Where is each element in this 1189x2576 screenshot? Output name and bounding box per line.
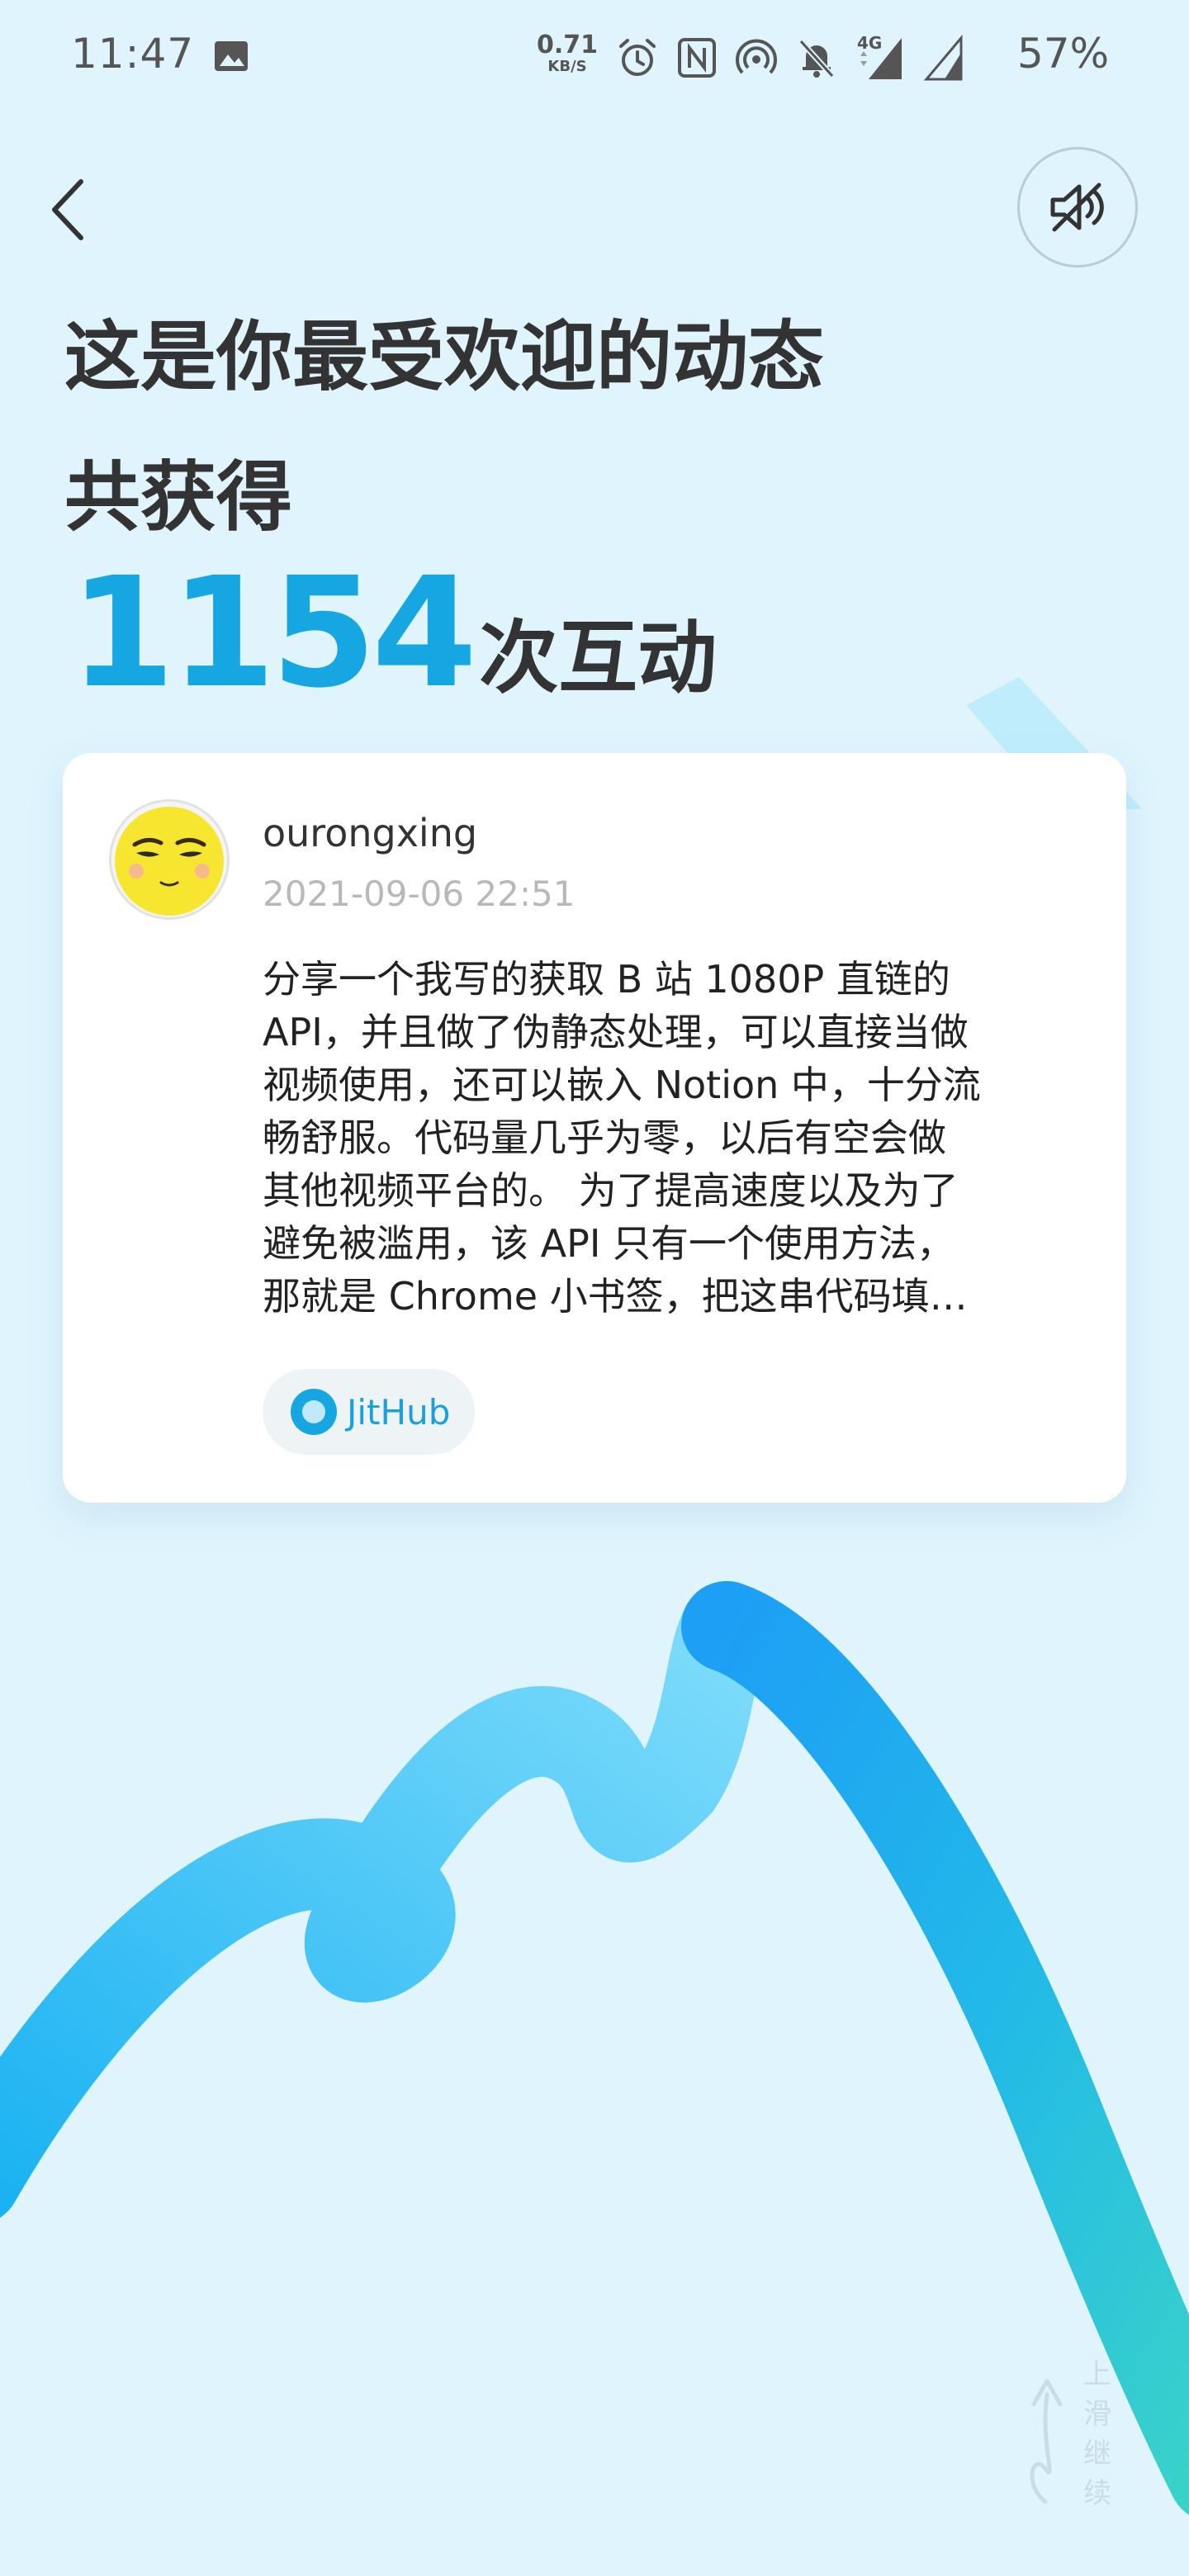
decorative-wave [0,1581,1189,2515]
interaction-count-unit: 次互动 [479,612,718,704]
swipe-hint-text: 上 滑 继 续 [1083,2355,1116,2513]
status-bar: 11:47 0.71 KB/S 4G 57% [0,0,1189,116]
topic-tag-label: JitHub [347,1391,451,1432]
post-content-line: 避免被滥用，该 API 只有一个使用方法， [263,1221,955,1266]
page-title: 这是你最受欢迎的动态 [64,313,825,401]
alarm-icon [619,39,656,76]
post-content-line: 畅舒服。代码量几乎为零，以后有空会做 [263,1115,946,1160]
network-speed-value: 0.71 [537,31,599,59]
network-speed-unit: KB/S [547,58,587,75]
signal-icon [860,38,902,79]
status-time: 11:47 [71,30,195,78]
avatar[interactable] [109,799,230,920]
post-content-line: API，并且做了伪静态处理，可以直接当做 [263,1010,969,1054]
nfc-icon [678,38,716,78]
interaction-count: 1154次互动 [69,545,717,722]
topic-circle-icon [291,1389,337,1435]
signal-icon-2 [923,35,963,81]
avatar-face-icon [115,807,224,916]
post-card[interactable]: ourongxing 2021-09-06 22:51 分享一个我写的获取 B … [63,753,1126,1503]
post-content-line: 分享一个我写的获取 B 站 1080P 直链的 [263,957,950,1002]
hotspot-icon [736,39,777,74]
battery-level: 57% [1017,30,1110,78]
post-username[interactable]: ourongxing [263,811,477,855]
post-content-line: 视频使用，还可以嵌入 Notion 中，十分流 [263,1063,981,1107]
speaker-muted-icon [1050,182,1104,232]
mobile-data: 4G [855,33,905,81]
swipe-hint-char: 上 [1083,2358,1111,2391]
interaction-count-number: 1154 [69,545,477,722]
chevron-left-icon [52,179,83,240]
image-notification-icon [215,41,248,71]
status-icons: 4G [616,33,964,83]
notifications-off-icon [798,39,835,78]
swipe-hint-char: 续 [1083,2477,1111,2510]
post-content-line: 那就是 Chrome 小书签，把这串代码填… [263,1274,968,1319]
post-content: 分享一个我写的获取 B 站 1080P 直链的 API，并且做了伪静态处理，可以… [263,953,1088,1323]
mute-button[interactable] [1017,147,1138,268]
post-content-line: 其他视频平台的。 为了提高速度以及为了 [263,1168,959,1213]
post-timestamp: 2021-09-06 22:51 [263,874,576,914]
back-button[interactable] [43,172,101,246]
page-subtitle: 共获得 [64,453,293,542]
network-speed: 0.71 KB/S [537,33,598,74]
swipe-hint-char: 继 [1083,2437,1111,2470]
topic-tag[interactable]: JitHub [263,1369,476,1455]
swipe-hint-char: 滑 [1083,2398,1111,2431]
